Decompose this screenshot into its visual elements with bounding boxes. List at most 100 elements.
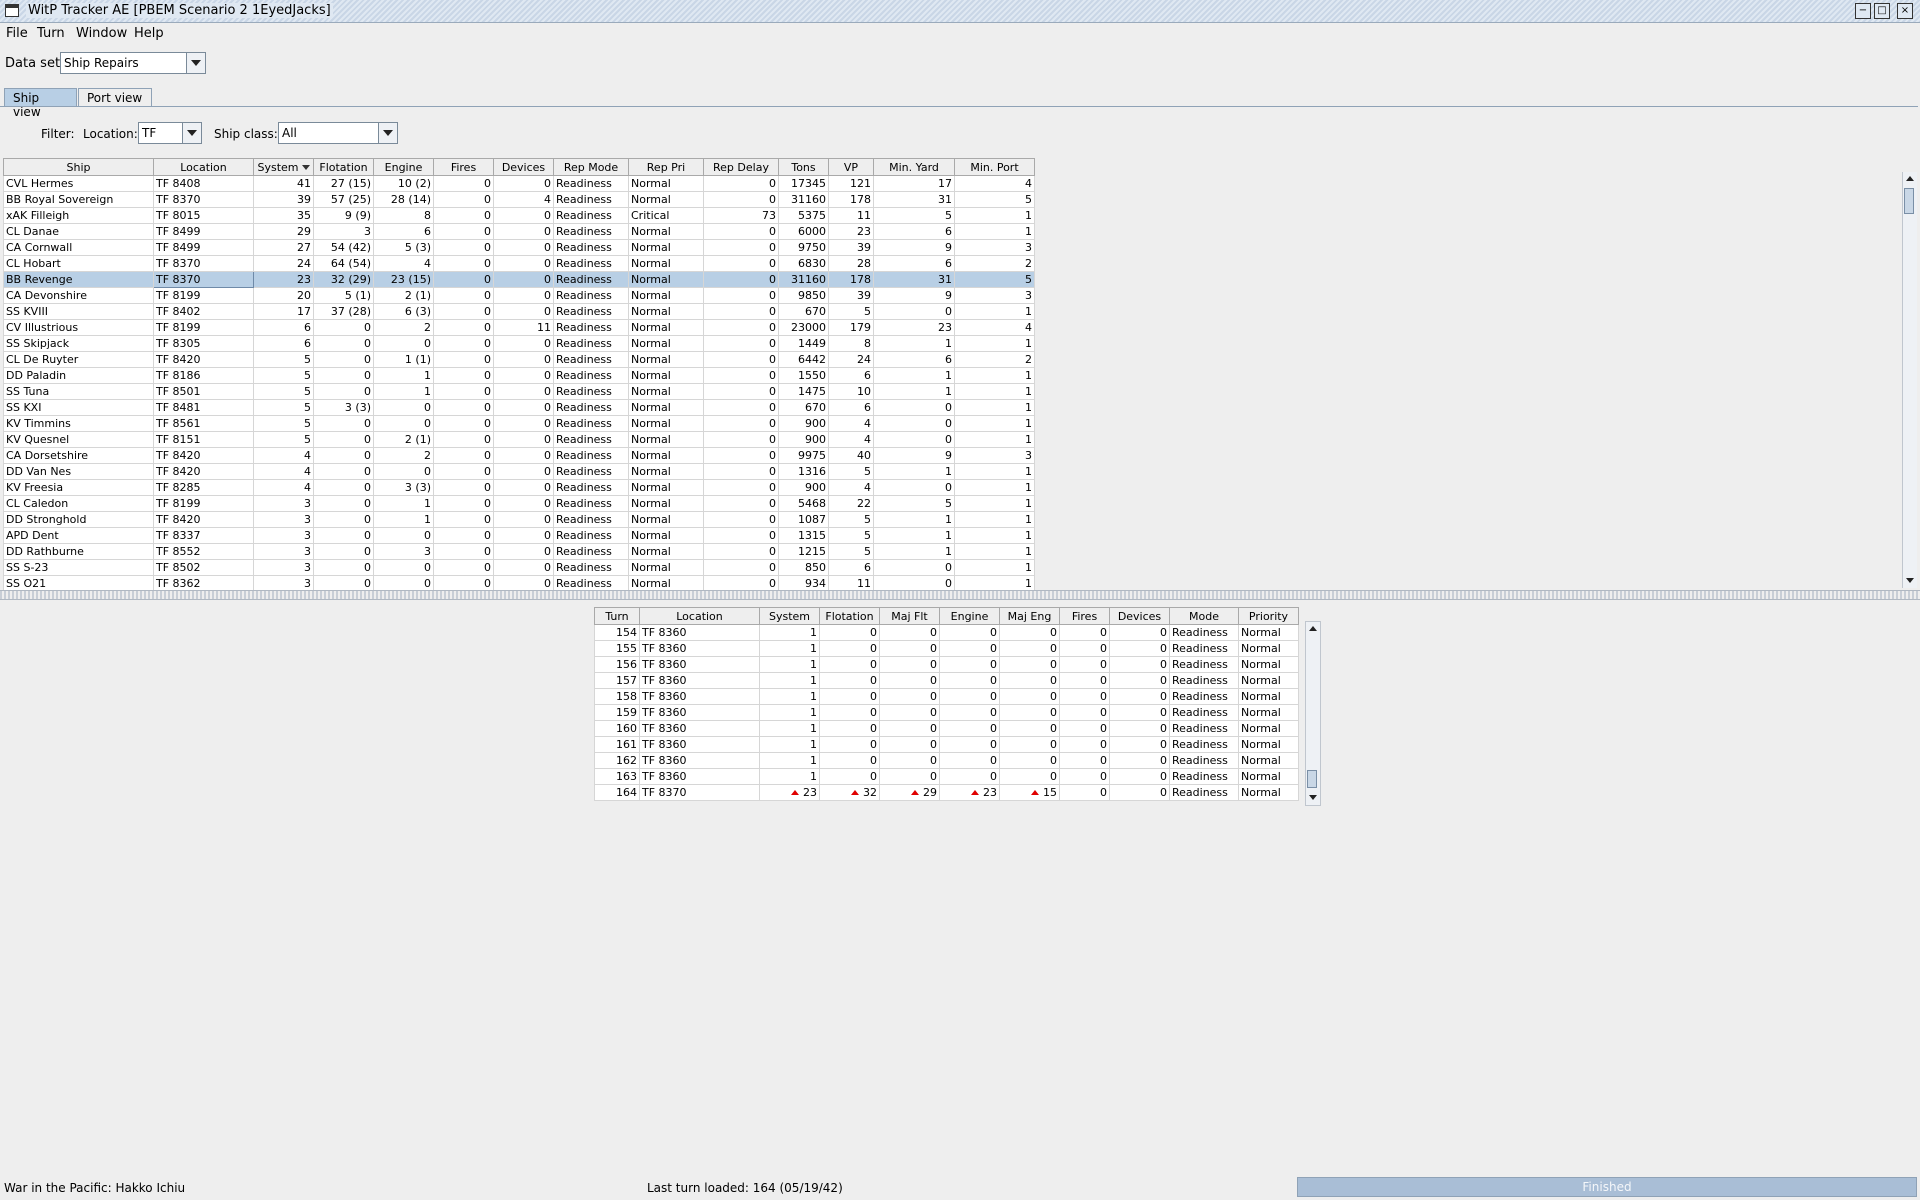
table-cell[interactable]: 0 [313, 335, 374, 352]
table-cell[interactable]: KV Timmins [3, 415, 154, 432]
history-cell[interactable]: 0 [819, 688, 880, 705]
table-cell[interactable]: 31 [873, 271, 955, 288]
table-cell[interactable]: 5375 [778, 207, 829, 224]
history-cell[interactable]: 0 [999, 672, 1060, 689]
table-cell[interactable]: 5 [253, 399, 314, 416]
history-row[interactable]: 159 TF 8360 1 0 0 0 0 0 0 Readiness Normal [594, 704, 1299, 721]
history-cell[interactable]: TF 8360 [639, 752, 760, 769]
table-cell[interactable]: 0 [433, 287, 494, 304]
history-cell[interactable]: Normal [1238, 672, 1299, 689]
table-cell[interactable]: 0 [493, 351, 554, 368]
table-cell[interactable]: DD Van Nes [3, 463, 154, 480]
table-cell[interactable]: 3 [373, 543, 434, 560]
table-cell[interactable]: 2 [954, 255, 1035, 272]
history-cell[interactable]: 0 [939, 704, 1000, 721]
table-cell[interactable]: 6 [828, 367, 874, 384]
history-cell[interactable]: 0 [819, 624, 880, 641]
table-cell[interactable]: 0 [433, 255, 494, 272]
table-cell[interactable]: TF 8015 [153, 207, 254, 224]
table-row[interactable]: CL De Ruyter TF 8420 5 0 1 (1) 0 0 Readiness Nor… [3, 351, 1035, 368]
table-cell[interactable]: 0 [433, 271, 494, 288]
history-cell[interactable]: 0 [1059, 720, 1110, 737]
history-cell[interactable]: Readiness [1169, 704, 1239, 721]
table-cell[interactable]: SS Tuna [3, 383, 154, 400]
table-cell[interactable]: 10 [828, 383, 874, 400]
column-header-rep-pri[interactable]: Rep Pri [628, 158, 704, 176]
history-column-header-maj-eng[interactable]: Maj Eng [999, 607, 1060, 625]
table-cell[interactable]: 0 [703, 543, 779, 560]
table-cell[interactable]: 4 [253, 447, 314, 464]
table-cell[interactable]: Readiness [553, 239, 629, 256]
table-cell[interactable]: Readiness [553, 495, 629, 512]
table-cell[interactable]: Readiness [553, 431, 629, 448]
table-cell[interactable]: 9975 [778, 447, 829, 464]
history-cell[interactable]: 0 [879, 736, 940, 753]
history-cell[interactable]: Normal [1238, 736, 1299, 753]
table-cell[interactable]: 0 [703, 399, 779, 416]
tab-port-view[interactable]: Port view [78, 88, 152, 106]
table-row[interactable]: CL Danae TF 8499 29 3 6 0 0 Readiness Normal 0 600… [3, 223, 1035, 240]
history-column-header-maj-flt[interactable]: Maj Flt [879, 607, 940, 625]
history-row[interactable]: 162 TF 8360 1 0 0 0 0 0 0 Readiness Normal [594, 752, 1299, 769]
table-cell[interactable]: 31160 [778, 191, 829, 208]
table-cell[interactable]: 6 (3) [373, 303, 434, 320]
history-cell[interactable]: 162 [594, 752, 640, 769]
column-header-flotation[interactable]: Flotation [313, 158, 374, 176]
table-cell[interactable]: 0 [313, 431, 374, 448]
table-cell[interactable]: 5 [828, 511, 874, 528]
table-cell[interactable]: SS Skipjack [3, 335, 154, 352]
menu-window[interactable]: Window [76, 26, 127, 41]
history-cell[interactable]: 0 [819, 752, 880, 769]
table-cell[interactable]: 32 (29) [313, 271, 374, 288]
history-cell[interactable]: 0 [1059, 784, 1110, 801]
history-cell[interactable]: Readiness [1169, 784, 1239, 801]
table-cell[interactable]: 4 [253, 479, 314, 496]
table-cell[interactable]: 24 [253, 255, 314, 272]
table-cell[interactable]: 0 [703, 191, 779, 208]
history-cell[interactable]: 1 [759, 752, 820, 769]
history-cell[interactable]: 0 [1059, 688, 1110, 705]
table-cell[interactable]: 0 [493, 479, 554, 496]
menu-help[interactable]: Help [134, 26, 164, 41]
table-cell[interactable]: Normal [628, 511, 704, 528]
table-cell[interactable]: Readiness [553, 335, 629, 352]
history-cell[interactable]: 0 [999, 704, 1060, 721]
table-cell[interactable]: 0 [703, 479, 779, 496]
table-cell[interactable]: 6 [253, 319, 314, 336]
history-cell[interactable]: 0 [939, 720, 1000, 737]
table-cell[interactable]: Normal [628, 303, 704, 320]
table-cell[interactable]: 0 [493, 255, 554, 272]
table-cell[interactable]: 0 [433, 543, 494, 560]
shipclass-filter-select[interactable]: All [278, 122, 398, 144]
table-cell[interactable]: 178 [828, 191, 874, 208]
table-cell[interactable]: 0 [493, 399, 554, 416]
table-cell[interactable]: Normal [628, 431, 704, 448]
history-cell[interactable]: 0 [939, 624, 1000, 641]
table-cell[interactable]: 73 [703, 207, 779, 224]
table-cell[interactable]: 1 [954, 495, 1035, 512]
table-cell[interactable]: Readiness [553, 543, 629, 560]
history-cell[interactable]: Normal [1238, 784, 1299, 801]
maximize-icon[interactable]: □ [1874, 3, 1890, 19]
table-cell[interactable]: 5 (3) [373, 239, 434, 256]
history-cell[interactable]: 0 [939, 736, 1000, 753]
table-cell[interactable]: 0 [493, 287, 554, 304]
table-cell[interactable]: 1 [954, 367, 1035, 384]
history-cell[interactable]: 29 [879, 784, 940, 801]
table-cell[interactable]: TF 8370 [153, 271, 254, 288]
table-cell[interactable]: 1 (1) [373, 351, 434, 368]
table-cell[interactable]: 179 [828, 319, 874, 336]
table-cell[interactable]: 8 [373, 207, 434, 224]
table-cell[interactable]: CA Devonshire [3, 287, 154, 304]
table-row[interactable]: CL Hobart TF 8370 24 64 (54) 4 0 0 Readiness Nor… [3, 255, 1035, 272]
history-cell[interactable]: TF 8360 [639, 672, 760, 689]
table-cell[interactable]: Normal [628, 287, 704, 304]
table-cell[interactable]: 41 [253, 175, 314, 192]
table-cell[interactable]: 0 [703, 335, 779, 352]
history-cell[interactable]: 0 [879, 704, 940, 721]
table-cell[interactable]: TF 8186 [153, 367, 254, 384]
table-cell[interactable]: 0 [493, 463, 554, 480]
table-cell[interactable]: 6000 [778, 223, 829, 240]
table-cell[interactable]: 1 [954, 207, 1035, 224]
history-cell[interactable]: TF 8370 [639, 784, 760, 801]
